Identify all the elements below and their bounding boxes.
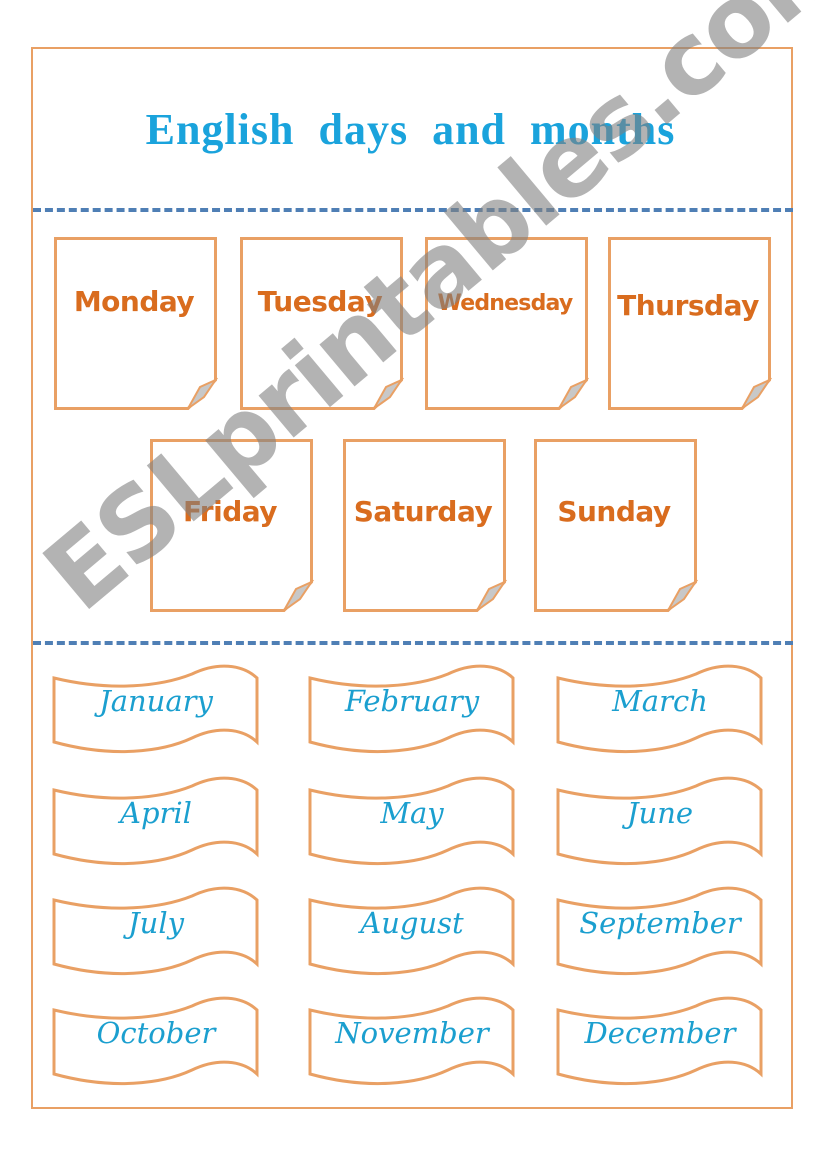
day-card-wednesday: Wednesday [425, 237, 589, 410]
day-card-friday: Friday [150, 439, 314, 612]
month-label: April [120, 796, 192, 830]
month-card-october: October [52, 992, 260, 1092]
month-label: December [584, 1016, 736, 1050]
day-label: Thursday [617, 289, 759, 322]
sticky-note-icon [54, 237, 218, 410]
month-label: September [579, 906, 741, 940]
month-label: October [96, 1016, 216, 1050]
divider-bottom [33, 641, 793, 645]
month-label: November [335, 1016, 489, 1050]
month-label: February [344, 684, 480, 718]
day-label: Friday [182, 495, 278, 528]
sticky-note-icon [240, 237, 404, 410]
day-label: Wednesday [437, 291, 574, 316]
day-card-monday: Monday [54, 237, 218, 410]
day-card-saturday: Saturday [343, 439, 507, 612]
month-card-may: May [308, 772, 516, 872]
day-label: Sunday [557, 495, 671, 528]
month-card-march: March [556, 660, 764, 760]
day-label: Monday [73, 285, 195, 318]
month-card-december: December [556, 992, 764, 1092]
sticky-note-icon [608, 237, 772, 410]
divider-top [33, 208, 793, 212]
day-card-thursday: Thursday [608, 237, 772, 410]
month-card-january: January [52, 660, 260, 760]
month-card-february: February [308, 660, 516, 760]
month-card-august: August [308, 882, 516, 982]
day-card-sunday: Sunday [534, 439, 698, 612]
day-card-tuesday: Tuesday [240, 237, 404, 410]
month-card-november: November [308, 992, 516, 1092]
sticky-note-icon [425, 237, 589, 410]
month-label: August [360, 906, 464, 940]
month-label: June [626, 796, 694, 830]
worksheet-title: English days and months [145, 105, 676, 154]
month-card-april: April [52, 772, 260, 872]
month-label: January [99, 684, 213, 718]
month-card-july: July [52, 882, 260, 982]
month-card-september: September [556, 882, 764, 982]
month-label: July [128, 906, 184, 940]
day-label: Tuesday [257, 285, 383, 318]
month-label: March [612, 684, 708, 718]
month-label: May [380, 796, 444, 830]
month-card-june: June [556, 772, 764, 872]
day-label: Saturday [353, 495, 493, 528]
